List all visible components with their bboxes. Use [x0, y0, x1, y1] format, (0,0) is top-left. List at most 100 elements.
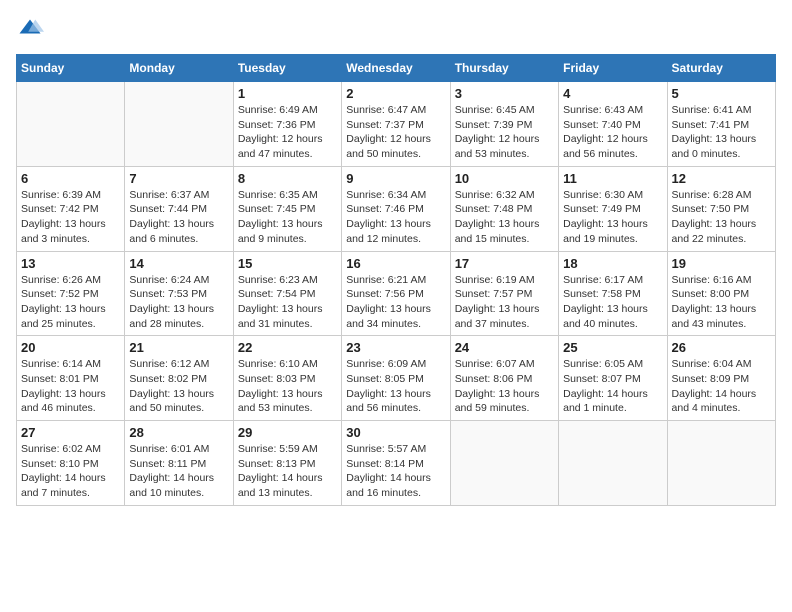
day-number: 6: [21, 171, 120, 186]
weekday-header-monday: Monday: [125, 55, 233, 82]
calendar-cell: 2 Sunrise: 6:47 AMSunset: 7:37 PMDaylight…: [342, 82, 450, 167]
day-number: 26: [672, 340, 771, 355]
day-info: Sunrise: 6:12 AMSunset: 8:02 PMDaylight:…: [129, 357, 228, 416]
day-info: Sunrise: 6:30 AMSunset: 7:49 PMDaylight:…: [563, 188, 662, 247]
calendar-cell: 17Sunrise: 6:19 AMSunset: 7:57 PMDayligh…: [450, 251, 558, 336]
day-number: 2: [346, 86, 445, 101]
weekday-header-sunday: Sunday: [17, 55, 125, 82]
day-number: 22: [238, 340, 337, 355]
calendar-cell: 14 Sunrise: 6:24 AMSunset: 7:53 PMDayligh…: [125, 251, 233, 336]
day-info: Sunrise: 6:01 AMSunset: 8:11 PMDaylight:…: [129, 442, 228, 501]
day-info: Sunrise: 6:19 AMSunset: 7:57 PMDaylight:…: [455, 273, 554, 332]
day-info: Sunrise: 6:35 AMSunset: 7:45 PMDaylight:…: [238, 188, 337, 247]
calendar-cell: 28 Sunrise: 6:01 AMSunset: 8:11 PMDayligh…: [125, 421, 233, 506]
day-number: 9: [346, 171, 445, 186]
day-number: 4: [563, 86, 662, 101]
day-number: 11: [563, 171, 662, 186]
day-info: Sunrise: 6:24 AMSunset: 7:53 PMDaylight:…: [129, 273, 228, 332]
calendar-cell: 23Sunrise: 6:09 AMSunset: 8:05 PMDayligh…: [342, 336, 450, 421]
day-info: Sunrise: 6:09 AMSunset: 8:05 PMDaylight:…: [346, 357, 445, 416]
calendar-cell: 7 Sunrise: 6:37 AMSunset: 7:44 PMDaylight…: [125, 166, 233, 251]
day-info: Sunrise: 6:10 AMSunset: 8:03 PMDaylight:…: [238, 357, 337, 416]
day-number: 8: [238, 171, 337, 186]
day-number: 13: [21, 256, 120, 271]
day-number: 25: [563, 340, 662, 355]
calendar-cell: 11 Sunrise: 6:30 AMSunset: 7:49 PMDayligh…: [559, 166, 667, 251]
logo-icon: [16, 16, 44, 44]
day-number: 16: [346, 256, 445, 271]
calendar-week-row: 6 Sunrise: 6:39 AMSunset: 7:42 PMDaylight…: [17, 166, 776, 251]
day-number: 30: [346, 425, 445, 440]
weekday-header-saturday: Saturday: [667, 55, 775, 82]
day-info: Sunrise: 6:07 AMSunset: 8:06 PMDaylight:…: [455, 357, 554, 416]
day-info: Sunrise: 6:21 AMSunset: 7:56 PMDaylight:…: [346, 273, 445, 332]
day-number: 21: [129, 340, 228, 355]
day-info: Sunrise: 6:43 AMSunset: 7:40 PMDaylight:…: [563, 103, 662, 162]
day-number: 20: [21, 340, 120, 355]
day-info: Sunrise: 6:14 AMSunset: 8:01 PMDaylight:…: [21, 357, 120, 416]
calendar-cell: 9 Sunrise: 6:34 AMSunset: 7:46 PMDaylight…: [342, 166, 450, 251]
day-number: 24: [455, 340, 554, 355]
day-info: Sunrise: 5:59 AMSunset: 8:13 PMDaylight:…: [238, 442, 337, 501]
day-number: 10: [455, 171, 554, 186]
calendar-cell: 27Sunrise: 6:02 AMSunset: 8:10 PMDayligh…: [17, 421, 125, 506]
day-info: Sunrise: 6:32 AMSunset: 7:48 PMDaylight:…: [455, 188, 554, 247]
day-info: Sunrise: 6:39 AMSunset: 7:42 PMDaylight:…: [21, 188, 120, 247]
day-number: 15: [238, 256, 337, 271]
day-number: 19: [672, 256, 771, 271]
calendar-cell: 13Sunrise: 6:26 AMSunset: 7:52 PMDayligh…: [17, 251, 125, 336]
calendar-cell: 26 Sunrise: 6:04 AMSunset: 8:09 PMDayligh…: [667, 336, 775, 421]
calendar-cell: 3 Sunrise: 6:45 AMSunset: 7:39 PMDaylight…: [450, 82, 558, 167]
day-info: Sunrise: 6:05 AMSunset: 8:07 PMDaylight:…: [563, 357, 662, 416]
weekday-header-thursday: Thursday: [450, 55, 558, 82]
calendar-week-row: 1 Sunrise: 6:49 AMSunset: 7:36 PMDaylight…: [17, 82, 776, 167]
logo: [16, 16, 48, 44]
day-info: Sunrise: 6:17 AMSunset: 7:58 PMDaylight:…: [563, 273, 662, 332]
day-number: 12: [672, 171, 771, 186]
calendar-cell: 15Sunrise: 6:23 AMSunset: 7:54 PMDayligh…: [233, 251, 341, 336]
day-info: Sunrise: 6:04 AMSunset: 8:09 PMDaylight:…: [672, 357, 771, 416]
day-number: 7: [129, 171, 228, 186]
calendar: SundayMondayTuesdayWednesdayThursdayFrid…: [16, 54, 776, 506]
day-number: 28: [129, 425, 228, 440]
day-info: Sunrise: 6:34 AMSunset: 7:46 PMDaylight:…: [346, 188, 445, 247]
day-number: 5: [672, 86, 771, 101]
calendar-cell: 6 Sunrise: 6:39 AMSunset: 7:42 PMDaylight…: [17, 166, 125, 251]
calendar-week-row: 27Sunrise: 6:02 AMSunset: 8:10 PMDayligh…: [17, 421, 776, 506]
calendar-cell: 12 Sunrise: 6:28 AMSunset: 7:50 PMDayligh…: [667, 166, 775, 251]
day-info: Sunrise: 6:41 AMSunset: 7:41 PMDaylight:…: [672, 103, 771, 162]
calendar-cell: 16 Sunrise: 6:21 AMSunset: 7:56 PMDayligh…: [342, 251, 450, 336]
weekday-header-wednesday: Wednesday: [342, 55, 450, 82]
calendar-cell: [667, 421, 775, 506]
day-info: Sunrise: 6:45 AMSunset: 7:39 PMDaylight:…: [455, 103, 554, 162]
day-info: Sunrise: 6:49 AMSunset: 7:36 PMDaylight:…: [238, 103, 337, 162]
calendar-cell: 5 Sunrise: 6:41 AMSunset: 7:41 PMDaylight…: [667, 82, 775, 167]
day-info: Sunrise: 6:28 AMSunset: 7:50 PMDaylight:…: [672, 188, 771, 247]
day-info: Sunrise: 6:02 AMSunset: 8:10 PMDaylight:…: [21, 442, 120, 501]
calendar-cell: [17, 82, 125, 167]
calendar-cell: 22 Sunrise: 6:10 AMSunset: 8:03 PMDayligh…: [233, 336, 341, 421]
weekday-header-tuesday: Tuesday: [233, 55, 341, 82]
day-info: Sunrise: 6:37 AMSunset: 7:44 PMDaylight:…: [129, 188, 228, 247]
calendar-cell: 8 Sunrise: 6:35 AMSunset: 7:45 PMDaylight…: [233, 166, 341, 251]
calendar-cell: 21 Sunrise: 6:12 AMSunset: 8:02 PMDayligh…: [125, 336, 233, 421]
calendar-cell: 24 Sunrise: 6:07 AMSunset: 8:06 PMDayligh…: [450, 336, 558, 421]
day-number: 18: [563, 256, 662, 271]
calendar-cell: 19 Sunrise: 6:16 AMSunset: 8:00 PMDayligh…: [667, 251, 775, 336]
calendar-cell: 10 Sunrise: 6:32 AMSunset: 7:48 PMDayligh…: [450, 166, 558, 251]
calendar-cell: 1 Sunrise: 6:49 AMSunset: 7:36 PMDaylight…: [233, 82, 341, 167]
calendar-cell: 25 Sunrise: 6:05 AMSunset: 8:07 PMDayligh…: [559, 336, 667, 421]
calendar-cell: [125, 82, 233, 167]
header: [16, 16, 776, 44]
day-number: 1: [238, 86, 337, 101]
day-number: 3: [455, 86, 554, 101]
weekday-header-row: SundayMondayTuesdayWednesdayThursdayFrid…: [17, 55, 776, 82]
day-info: Sunrise: 6:16 AMSunset: 8:00 PMDaylight:…: [672, 273, 771, 332]
calendar-cell: [559, 421, 667, 506]
day-info: Sunrise: 5:57 AMSunset: 8:14 PMDaylight:…: [346, 442, 445, 501]
weekday-header-friday: Friday: [559, 55, 667, 82]
day-number: 14: [129, 256, 228, 271]
day-info: Sunrise: 6:47 AMSunset: 7:37 PMDaylight:…: [346, 103, 445, 162]
calendar-week-row: 13Sunrise: 6:26 AMSunset: 7:52 PMDayligh…: [17, 251, 776, 336]
day-number: 29: [238, 425, 337, 440]
